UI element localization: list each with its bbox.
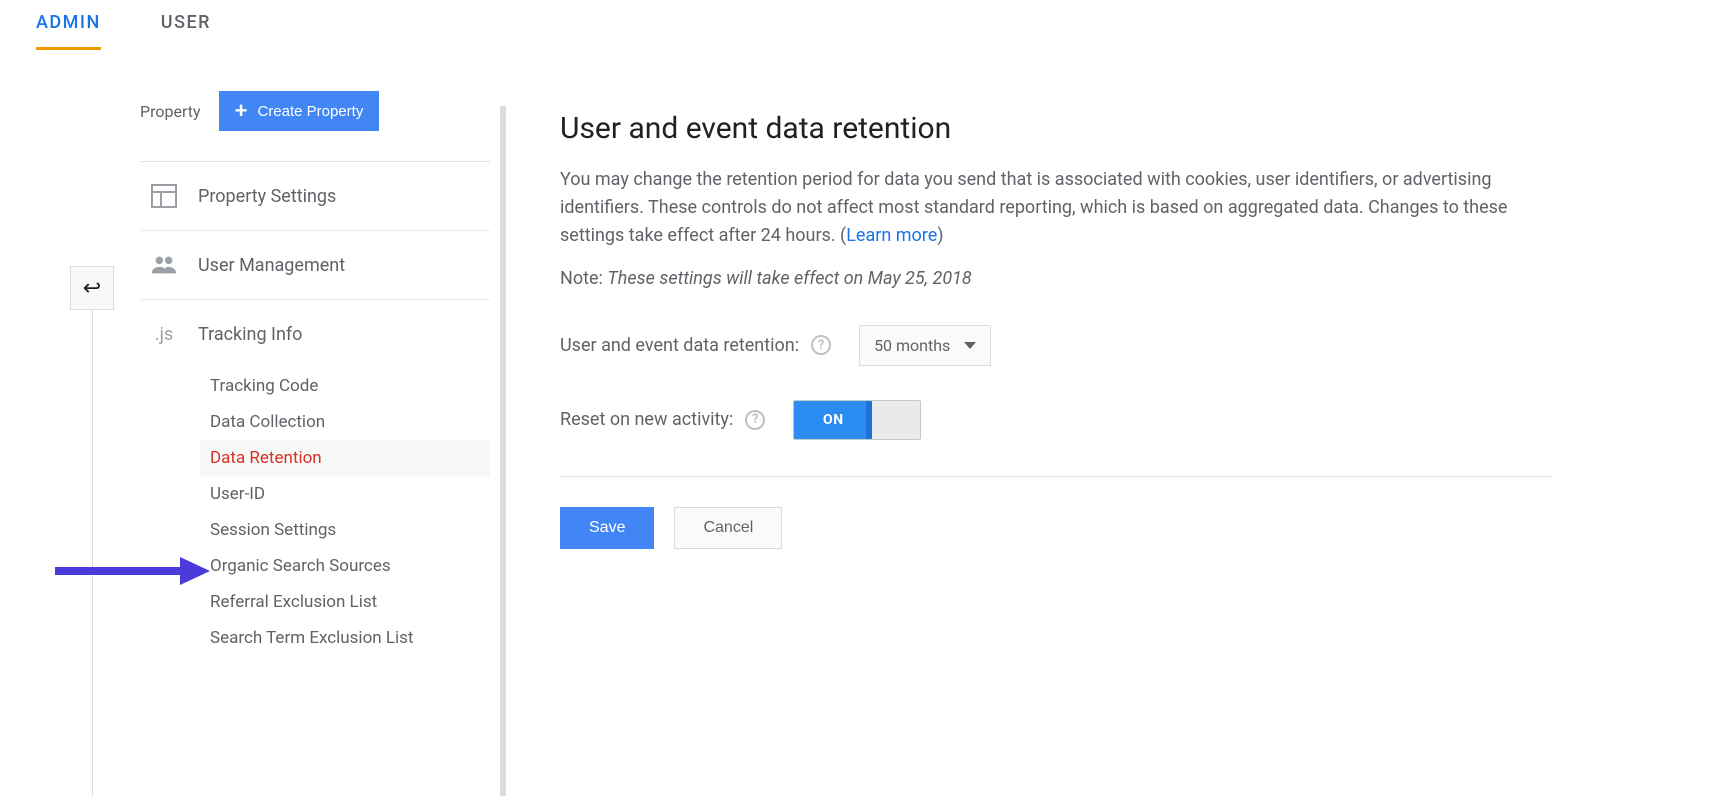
- create-property-button[interactable]: + Create Property: [219, 91, 380, 131]
- toggle-on-label: ON: [794, 401, 872, 439]
- learn-more-link[interactable]: Learn more: [846, 225, 937, 246]
- tab-admin[interactable]: ADMIN: [36, 0, 101, 50]
- left-column: ↩ Property + Create Property Property Se…: [0, 51, 500, 796]
- form-divider: [560, 476, 1552, 477]
- tracking-info-subitems: Tracking Code Data Collection Data Reten…: [200, 368, 490, 656]
- reset-field-row: Reset on new activity: ? ON: [560, 400, 1552, 440]
- sidebar-item-user-management[interactable]: User Management: [140, 231, 490, 300]
- save-button[interactable]: Save: [560, 507, 654, 549]
- subitem-data-collection[interactable]: Data Collection: [200, 404, 490, 440]
- note-text: Note: These settings will take effect on…: [560, 268, 1552, 289]
- plus-icon: +: [235, 100, 248, 122]
- dashboard-icon: [150, 184, 178, 208]
- sidebar-item-tracking-info[interactable]: .js Tracking Info: [140, 300, 490, 368]
- subitem-organic-search-sources[interactable]: Organic Search Sources: [200, 548, 490, 584]
- retention-dropdown[interactable]: 50 months: [859, 325, 991, 366]
- subitem-search-term-exclusion-list[interactable]: Search Term Exclusion List: [200, 620, 490, 656]
- property-label: Property: [140, 102, 201, 121]
- sidebar-item-property-settings[interactable]: Property Settings: [140, 162, 490, 231]
- vertical-divider: [92, 310, 93, 796]
- subitem-user-id[interactable]: User-ID: [200, 476, 490, 512]
- reset-toggle[interactable]: ON: [793, 400, 921, 440]
- subitem-data-retention[interactable]: Data Retention: [200, 440, 490, 476]
- users-icon: [150, 253, 178, 277]
- property-header-row: Property + Create Property: [140, 91, 490, 131]
- js-icon: .js: [150, 322, 178, 346]
- top-tabs: ADMIN USER: [0, 0, 1726, 51]
- page-title: User and event data retention: [560, 111, 1552, 146]
- sidebar-item-label: Tracking Info: [198, 324, 302, 345]
- help-icon[interactable]: ?: [745, 410, 765, 430]
- tab-user[interactable]: USER: [161, 0, 211, 50]
- create-property-label: Create Property: [257, 103, 363, 120]
- back-arrow-icon: ↩: [83, 276, 101, 301]
- reset-label: Reset on new activity:: [560, 409, 733, 430]
- retention-label: User and event data retention:: [560, 335, 799, 356]
- toggle-handle: [872, 401, 920, 439]
- description-text: You may change the retention period for …: [560, 166, 1552, 250]
- cancel-button[interactable]: Cancel: [674, 507, 782, 549]
- chevron-down-icon: [964, 342, 976, 349]
- sidebar-item-label: User Management: [198, 255, 345, 276]
- main-panel: User and event data retention You may ch…: [506, 51, 1606, 796]
- button-row: Save Cancel: [560, 507, 1552, 549]
- retention-value: 50 months: [874, 336, 950, 355]
- subitem-referral-exclusion-list[interactable]: Referral Exclusion List: [200, 584, 490, 620]
- subitem-session-settings[interactable]: Session Settings: [200, 512, 490, 548]
- help-icon[interactable]: ?: [811, 335, 831, 355]
- subitem-tracking-code[interactable]: Tracking Code: [200, 368, 490, 404]
- sidebar-item-label: Property Settings: [198, 186, 336, 207]
- retention-field-row: User and event data retention: ? 50 mont…: [560, 325, 1552, 366]
- back-button[interactable]: ↩: [70, 266, 114, 310]
